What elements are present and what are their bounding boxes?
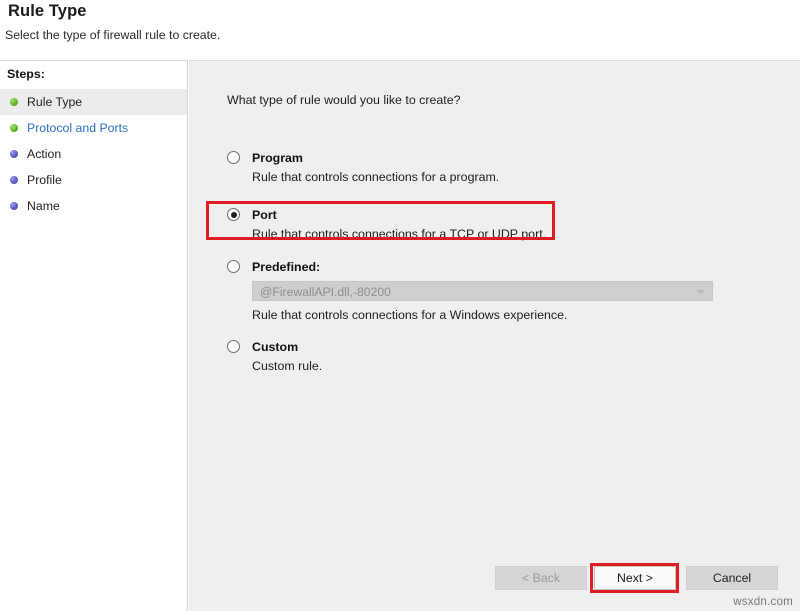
- option-program-description: Rule that controls connections for a pro…: [227, 168, 499, 186]
- radio-port-icon[interactable]: [227, 208, 240, 221]
- sidebar-item-rule-type[interactable]: Rule Type: [0, 89, 187, 115]
- steps-list: Rule Type Protocol and Ports Action Prof…: [0, 89, 187, 219]
- option-custom-row[interactable]: Custom: [227, 338, 322, 357]
- sidebar-item-label: Rule Type: [27, 95, 82, 109]
- step-bullet-icon: [10, 98, 18, 106]
- option-custom-label: Custom: [252, 339, 298, 356]
- option-predefined[interactable]: Predefined: @FirewallAPI.dll,-80200 Rule…: [227, 258, 713, 324]
- wizard-header: Rule Type Select the type of firewall ru…: [0, 0, 800, 58]
- option-predefined-label: Predefined:: [252, 259, 320, 276]
- option-program-label: Program: [252, 150, 303, 167]
- back-button[interactable]: < Back: [495, 566, 587, 590]
- option-predefined-row[interactable]: Predefined:: [227, 258, 713, 277]
- option-port-description: Rule that controls connections for a TCP…: [227, 225, 546, 243]
- option-port[interactable]: Port Rule that controls connections for …: [227, 206, 546, 243]
- predefined-combobox-value: @FirewallAPI.dll,-80200: [260, 284, 391, 300]
- sidebar-item-action[interactable]: Action: [0, 141, 187, 167]
- radio-program-icon[interactable]: [227, 151, 240, 164]
- radio-predefined-icon[interactable]: [227, 260, 240, 273]
- sidebar-item-profile[interactable]: Profile: [0, 167, 187, 193]
- sidebar-item-protocol-and-ports[interactable]: Protocol and Ports: [0, 115, 187, 141]
- step-bullet-icon: [10, 202, 18, 210]
- option-custom-description: Custom rule.: [227, 357, 322, 375]
- wizard-content-pane: What type of rule would you like to crea…: [189, 60, 800, 611]
- page-title: Rule Type: [8, 2, 87, 21]
- sidebar-item-label: Profile: [27, 173, 62, 187]
- cancel-button[interactable]: Cancel: [686, 566, 778, 590]
- page-subtitle: Select the type of firewall rule to crea…: [5, 28, 220, 42]
- question-label: What type of rule would you like to crea…: [227, 93, 460, 107]
- chevron-down-icon[interactable]: [697, 290, 705, 294]
- sidebar-item-label: Action: [27, 147, 61, 161]
- sidebar-item-label: Protocol and Ports: [27, 121, 128, 135]
- step-bullet-icon: [10, 124, 18, 132]
- wizard-window: Rule Type Select the type of firewall ru…: [0, 0, 800, 611]
- sidebar-item-label: Name: [27, 199, 60, 213]
- step-bullet-icon: [10, 150, 18, 158]
- predefined-combobox[interactable]: @FirewallAPI.dll,-80200: [252, 281, 713, 301]
- step-bullet-icon: [10, 176, 18, 184]
- option-port-label: Port: [252, 207, 277, 224]
- watermark: wsxdn.com: [733, 595, 793, 608]
- next-button[interactable]: Next >: [594, 566, 676, 590]
- option-port-row[interactable]: Port: [227, 206, 546, 225]
- sidebar-item-name[interactable]: Name: [0, 193, 187, 219]
- wizard-body: Steps: Rule Type Protocol and Ports Acti…: [0, 58, 800, 611]
- option-predefined-description: Rule that controls connections for a Win…: [227, 306, 713, 324]
- option-program[interactable]: Program Rule that controls connections f…: [227, 149, 499, 186]
- steps-sidebar: Steps: Rule Type Protocol and Ports Acti…: [0, 60, 188, 611]
- option-program-row[interactable]: Program: [227, 149, 499, 168]
- radio-custom-icon[interactable]: [227, 340, 240, 353]
- steps-heading: Steps:: [7, 67, 45, 81]
- option-custom[interactable]: Custom Custom rule.: [227, 338, 322, 375]
